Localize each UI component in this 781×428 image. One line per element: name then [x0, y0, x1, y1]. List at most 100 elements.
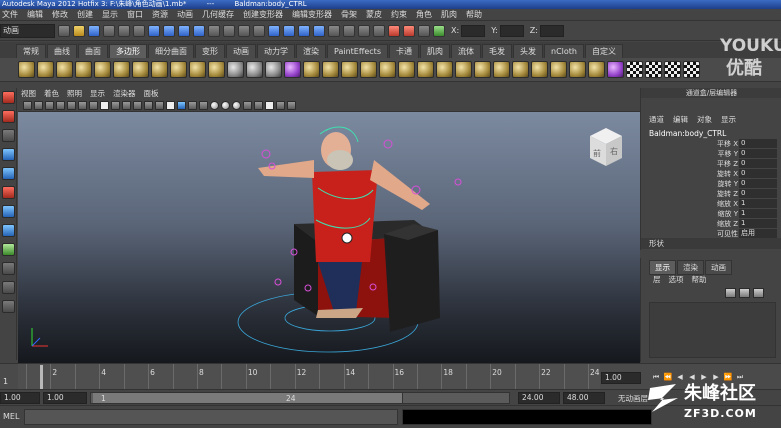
play-backwards-icon[interactable]: ◀: [687, 372, 697, 383]
attr-row[interactable]: 缩放 Z1: [641, 219, 781, 229]
scale-tool-icon[interactable]: [2, 186, 15, 199]
viewport-menu-shading[interactable]: 着色: [44, 88, 59, 99]
menu-assets[interactable]: 资源: [152, 9, 168, 20]
menu-window[interactable]: 窗口: [127, 9, 143, 20]
attr-value[interactable]: 0: [739, 149, 777, 158]
shelf-tab-ncloth[interactable]: nCloth: [544, 44, 584, 58]
last-tool-icon[interactable]: [2, 262, 15, 275]
shelf-tab-rendering[interactable]: 渲染: [296, 44, 326, 58]
viewport-menu-lighting[interactable]: 照明: [67, 88, 82, 99]
attr-row[interactable]: 旋转 X0: [641, 169, 781, 179]
attr-row[interactable]: 缩放 X1: [641, 199, 781, 209]
shelf-tab-muscle[interactable]: 肌肉: [420, 44, 450, 58]
universal-manipulator-icon[interactable]: [2, 205, 15, 218]
menu-edit-deformers[interactable]: 编辑变形器: [292, 9, 332, 20]
grid-icon[interactable]: [89, 100, 98, 110]
gate-mask-icon[interactable]: [122, 100, 131, 110]
command-input[interactable]: [24, 409, 398, 425]
attr-value[interactable]: 0: [739, 139, 777, 148]
split-polygon-icon[interactable]: [455, 61, 472, 78]
safe-title-icon[interactable]: [155, 100, 164, 110]
snap-point-icon[interactable]: [298, 24, 310, 37]
new-empty-layer-icon[interactable]: [725, 288, 736, 298]
shelf-tab-subdivs[interactable]: 细分曲面: [148, 44, 194, 58]
attr-value[interactable]: 1: [739, 199, 777, 208]
separate-icon[interactable]: [246, 61, 263, 78]
isolate-select-icon[interactable]: [265, 100, 274, 110]
append-polygon-icon[interactable]: [417, 61, 434, 78]
rotate-tool-icon[interactable]: [2, 167, 15, 180]
uv-checker-icon[interactable]: [626, 61, 643, 78]
poly-torus-icon[interactable]: [113, 61, 130, 78]
uv-snapshot-icon[interactable]: [683, 61, 700, 78]
poly-prism-icon[interactable]: [132, 61, 149, 78]
shelf-tab-custom[interactable]: 自定义: [584, 44, 623, 58]
mask-rendering-icon[interactable]: [238, 24, 250, 37]
step-forward-key-icon[interactable]: ⏩: [723, 372, 733, 383]
grease-pencil-icon[interactable]: [78, 100, 87, 110]
layer-menu-help[interactable]: 帮助: [692, 274, 707, 285]
menu-create[interactable]: 创建: [77, 9, 93, 20]
motion-blur-icon[interactable]: [243, 100, 252, 110]
shapes-section[interactable]: 形状: [641, 238, 781, 249]
soft-mod-tool-icon[interactable]: [2, 224, 15, 237]
layer-options-icon[interactable]: [753, 288, 764, 298]
menu-edit[interactable]: 编辑: [27, 9, 43, 20]
poly-cone-icon[interactable]: [75, 61, 92, 78]
wedge-face-icon[interactable]: [531, 61, 548, 78]
menu-modify[interactable]: 修改: [52, 9, 68, 20]
render-frame-icon[interactable]: [388, 24, 400, 37]
mask-curves-icon[interactable]: [178, 24, 190, 37]
bridge-icon[interactable]: [398, 61, 415, 78]
channel-menu-edit[interactable]: 编辑: [673, 114, 688, 125]
timeline-ticks[interactable]: 2 4 6 8 10 12 14 16 18 20 22 24: [18, 364, 600, 390]
make-live-icon[interactable]: [328, 24, 340, 37]
layer-menu-options[interactable]: 选项: [669, 274, 684, 285]
view-cube[interactable]: 前 右: [584, 126, 628, 168]
poly-cube-icon[interactable]: [37, 61, 54, 78]
offset-edge-loop-icon[interactable]: [493, 61, 510, 78]
start-time-field[interactable]: 1.00: [0, 392, 40, 404]
poly-cylinder-icon[interactable]: [56, 61, 73, 78]
attr-value[interactable]: 1: [739, 219, 777, 228]
layer-tab-anim[interactable]: 动画: [705, 260, 732, 275]
layer-tab-render[interactable]: 渲染: [677, 260, 704, 275]
menu-file[interactable]: 文件: [2, 9, 18, 20]
wireframe-on-shaded-icon[interactable]: [188, 100, 197, 110]
ipr-render-icon[interactable]: [403, 24, 415, 37]
mask-joints-icon[interactable]: [163, 24, 175, 37]
new-scene-icon[interactable]: [58, 24, 70, 37]
step-forward-frame-icon[interactable]: ▶: [711, 372, 721, 383]
select-tool-icon[interactable]: [2, 91, 15, 104]
wireframe-icon[interactable]: [166, 100, 175, 110]
lasso-tool-icon[interactable]: [2, 110, 15, 123]
sculpt-geometry-icon[interactable]: [588, 61, 605, 78]
fill-hole-icon[interactable]: [436, 61, 453, 78]
snap-grid-icon[interactable]: [268, 24, 280, 37]
play-forwards-icon[interactable]: ▶: [699, 372, 709, 383]
go-to-end-icon[interactable]: ⏭: [735, 372, 745, 383]
poly-sphere-icon[interactable]: [18, 61, 35, 78]
range-slider-bar[interactable]: 1 24: [90, 392, 510, 404]
2d-pan-zoom-icon[interactable]: [67, 100, 76, 110]
combine-icon[interactable]: [227, 61, 244, 78]
insert-edge-loop-icon[interactable]: [474, 61, 491, 78]
viewport-perspective[interactable]: 前 右: [18, 112, 640, 363]
planar-mapping-icon[interactable]: [607, 61, 624, 78]
shelf-tab-polygons[interactable]: 多边形: [109, 44, 147, 58]
layer-menu-layers[interactable]: 层: [653, 274, 661, 285]
image-plane-icon[interactable]: [56, 100, 65, 110]
shelf-tab-hair[interactable]: 头发: [513, 44, 543, 58]
new-layer-selected-icon[interactable]: [739, 288, 750, 298]
save-scene-icon[interactable]: [88, 24, 100, 37]
snap-curve-icon[interactable]: [283, 24, 295, 37]
use-all-lights-icon[interactable]: [210, 100, 219, 110]
poly-pyramid-icon[interactable]: [151, 61, 168, 78]
coord-y-field[interactable]: [499, 24, 524, 37]
attr-value[interactable]: 启用: [739, 229, 777, 238]
output-ops-icon[interactable]: [358, 24, 370, 37]
mask-deformations-icon[interactable]: [208, 24, 220, 37]
menu-constrain[interactable]: 约束: [391, 9, 407, 20]
attr-row[interactable]: 旋转 Y0: [641, 179, 781, 189]
poly-plane-icon[interactable]: [94, 61, 111, 78]
